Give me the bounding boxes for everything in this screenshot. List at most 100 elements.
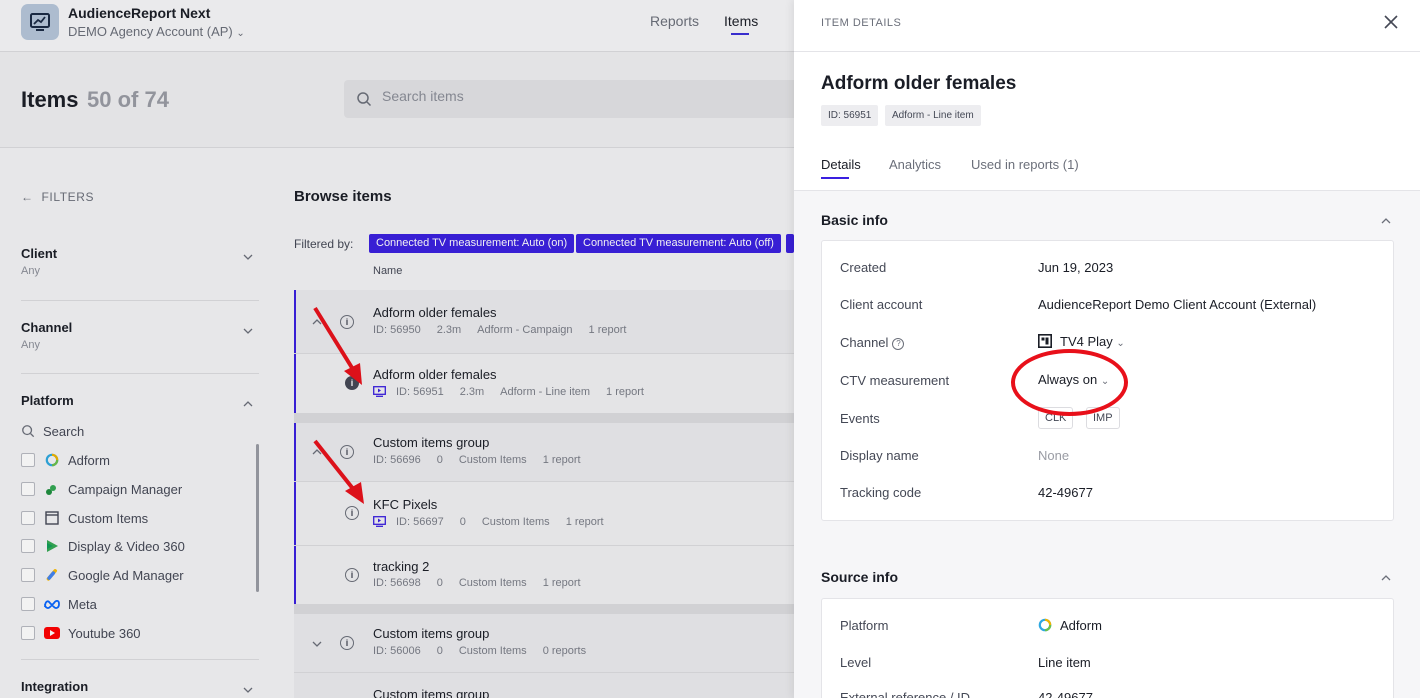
filter-chip-overflow[interactable] xyxy=(786,234,794,253)
row-id: ID: 56697 xyxy=(396,516,444,528)
filter-chip[interactable]: Connected TV measurement: Auto (on) xyxy=(369,234,575,253)
top-bar: AudienceReport Next DEMO Agency Account … xyxy=(0,0,794,52)
nav-active-indicator xyxy=(731,33,749,35)
platform-option-youtube-360[interactable]: Youtube 360 xyxy=(21,622,141,644)
row-type: Custom Items xyxy=(458,577,527,589)
filter-chip[interactable]: Connected TV measurement: Auto (off) xyxy=(576,234,781,253)
row-size: 2.3m xyxy=(459,386,485,398)
platform-scrollbar[interactable] xyxy=(256,444,259,592)
custom-items-icon xyxy=(44,510,60,526)
chevron-down-icon xyxy=(243,254,253,260)
filters-back-link[interactable]: ← FILTERS xyxy=(21,190,94,204)
chevron-down-icon xyxy=(243,687,253,693)
filter-client[interactable]: Client Any xyxy=(21,246,259,301)
row-size: 0 xyxy=(436,577,443,589)
checkbox[interactable] xyxy=(21,482,35,496)
tracking-code-value: 42-49677 xyxy=(1038,485,1093,500)
filter-channel-value: Any xyxy=(21,339,40,351)
row-name: Custom items group xyxy=(373,687,490,698)
platform-option-label: Youtube 360 xyxy=(68,625,141,641)
info-icon[interactable]: i xyxy=(345,568,359,582)
tab-analytics[interactable]: Analytics xyxy=(889,157,941,172)
level-label: Level xyxy=(840,655,872,670)
row-group-indicator xyxy=(294,290,296,353)
chevron-up-icon[interactable] xyxy=(1381,216,1391,226)
platform-option-google-ad-manager[interactable]: Google Ad Manager xyxy=(21,564,184,586)
nav-items[interactable]: Items xyxy=(724,13,758,29)
tracking-code-label: Tracking code xyxy=(840,485,922,500)
ctv-measurement-value: Always on xyxy=(1038,372,1098,387)
row-type: Custom Items xyxy=(458,645,527,657)
table-row[interactable]: Custom items group xyxy=(294,673,794,698)
external-reference-value: 42-49677 xyxy=(1038,690,1093,698)
platform-value: Adform xyxy=(1060,618,1102,633)
ctv-icon xyxy=(373,386,386,397)
search-box[interactable] xyxy=(344,80,794,118)
section-basic-info-title: Basic info xyxy=(821,212,888,228)
checkbox[interactable] xyxy=(21,539,35,553)
info-icon[interactable]: i xyxy=(340,636,354,650)
page-title: Items xyxy=(21,87,79,112)
chevron-down-icon[interactable] xyxy=(312,639,322,649)
platform-option-custom-items[interactable]: Custom Items xyxy=(21,507,148,529)
annotation-arrow xyxy=(313,439,364,504)
close-icon[interactable] xyxy=(1382,13,1400,31)
chevron-down-icon: ⌄ xyxy=(1116,338,1125,349)
filter-integration-title: Integration xyxy=(21,679,89,694)
platform-option-dv360[interactable]: Display & Video 360 xyxy=(21,535,185,557)
annotation-arrow xyxy=(313,306,362,385)
events-label: Events xyxy=(840,411,880,426)
channel-label-text: Channel xyxy=(840,335,889,350)
display-video-360-icon xyxy=(44,538,60,554)
filter-integration[interactable]: Integration xyxy=(21,679,259,698)
checkbox[interactable] xyxy=(21,568,35,582)
adform-icon xyxy=(44,452,60,468)
chevron-up-icon[interactable] xyxy=(1381,573,1391,583)
item-title: Adform older females xyxy=(821,73,1017,94)
item-details-panel: ITEM DETAILS Adform older females ID: 56… xyxy=(794,0,1420,698)
help-icon[interactable]: ? xyxy=(892,338,905,350)
channel-select[interactable]: TV4 Play ⌄ xyxy=(1038,334,1125,349)
created-value: Jun 19, 2023 xyxy=(1038,260,1114,275)
level-value: Line item xyxy=(1038,655,1091,670)
adform-icon xyxy=(1038,618,1052,632)
row-name: Custom items group xyxy=(373,626,490,641)
filter-channel-title: Channel xyxy=(21,320,73,335)
platform-option-meta[interactable]: Meta xyxy=(21,593,97,615)
platform-option-adform[interactable]: Adform xyxy=(21,449,110,471)
tab-details[interactable]: Details xyxy=(821,157,861,172)
row-name: tracking 2 xyxy=(373,559,430,574)
checkbox[interactable] xyxy=(21,597,35,611)
platform-search[interactable]: Search xyxy=(21,424,84,439)
row-meta: ID: 56951 2.3m Adform - Line item 1 report xyxy=(373,386,660,398)
client-account-label: Client account xyxy=(840,297,923,312)
account-switcher[interactable]: DEMO Agency Account (AP) ⌄ xyxy=(68,24,245,39)
platform-option-label: Adform xyxy=(68,452,110,468)
row-id: ID: 56951 xyxy=(396,386,444,398)
app-logo[interactable] xyxy=(21,4,59,40)
display-name-value[interactable]: None xyxy=(1038,448,1069,463)
items-page: AudienceReport Next DEMO Agency Account … xyxy=(0,0,794,698)
checkbox[interactable] xyxy=(21,453,35,467)
campaign-manager-icon xyxy=(44,481,60,497)
ctv-measurement-select[interactable]: Always on ⌄ xyxy=(1038,372,1109,387)
checkbox[interactable] xyxy=(21,511,35,525)
row-type: Adform - Line item xyxy=(500,386,591,398)
item-id-tag: ID: 56951 xyxy=(821,105,879,126)
table-row[interactable]: i Custom items group ID: 56006 0 Custom It… xyxy=(294,614,794,673)
platform-option-campaign-manager[interactable]: Campaign Manager xyxy=(21,478,182,500)
search-input[interactable] xyxy=(382,88,682,104)
table-row[interactable]: i tracking 2 ID: 56698 0 Custom Items 1 rep… xyxy=(294,546,794,605)
column-header-name[interactable]: Name xyxy=(373,265,402,277)
nav-reports[interactable]: Reports xyxy=(650,13,699,29)
section-source-info-title: Source info xyxy=(821,569,899,585)
tab-used-in-reports[interactable]: Used in reports (1) xyxy=(971,157,1079,172)
checkbox[interactable] xyxy=(21,626,35,640)
info-icon[interactable]: i xyxy=(345,506,359,520)
filter-channel[interactable]: Channel Any xyxy=(21,320,259,374)
row-group-indicator xyxy=(294,423,296,481)
row-reports: 1 report xyxy=(542,454,581,466)
row-id: ID: 56698 xyxy=(373,577,421,589)
item-type-tag: Adform - Line item xyxy=(885,105,981,126)
chevron-up-icon[interactable] xyxy=(243,399,253,409)
